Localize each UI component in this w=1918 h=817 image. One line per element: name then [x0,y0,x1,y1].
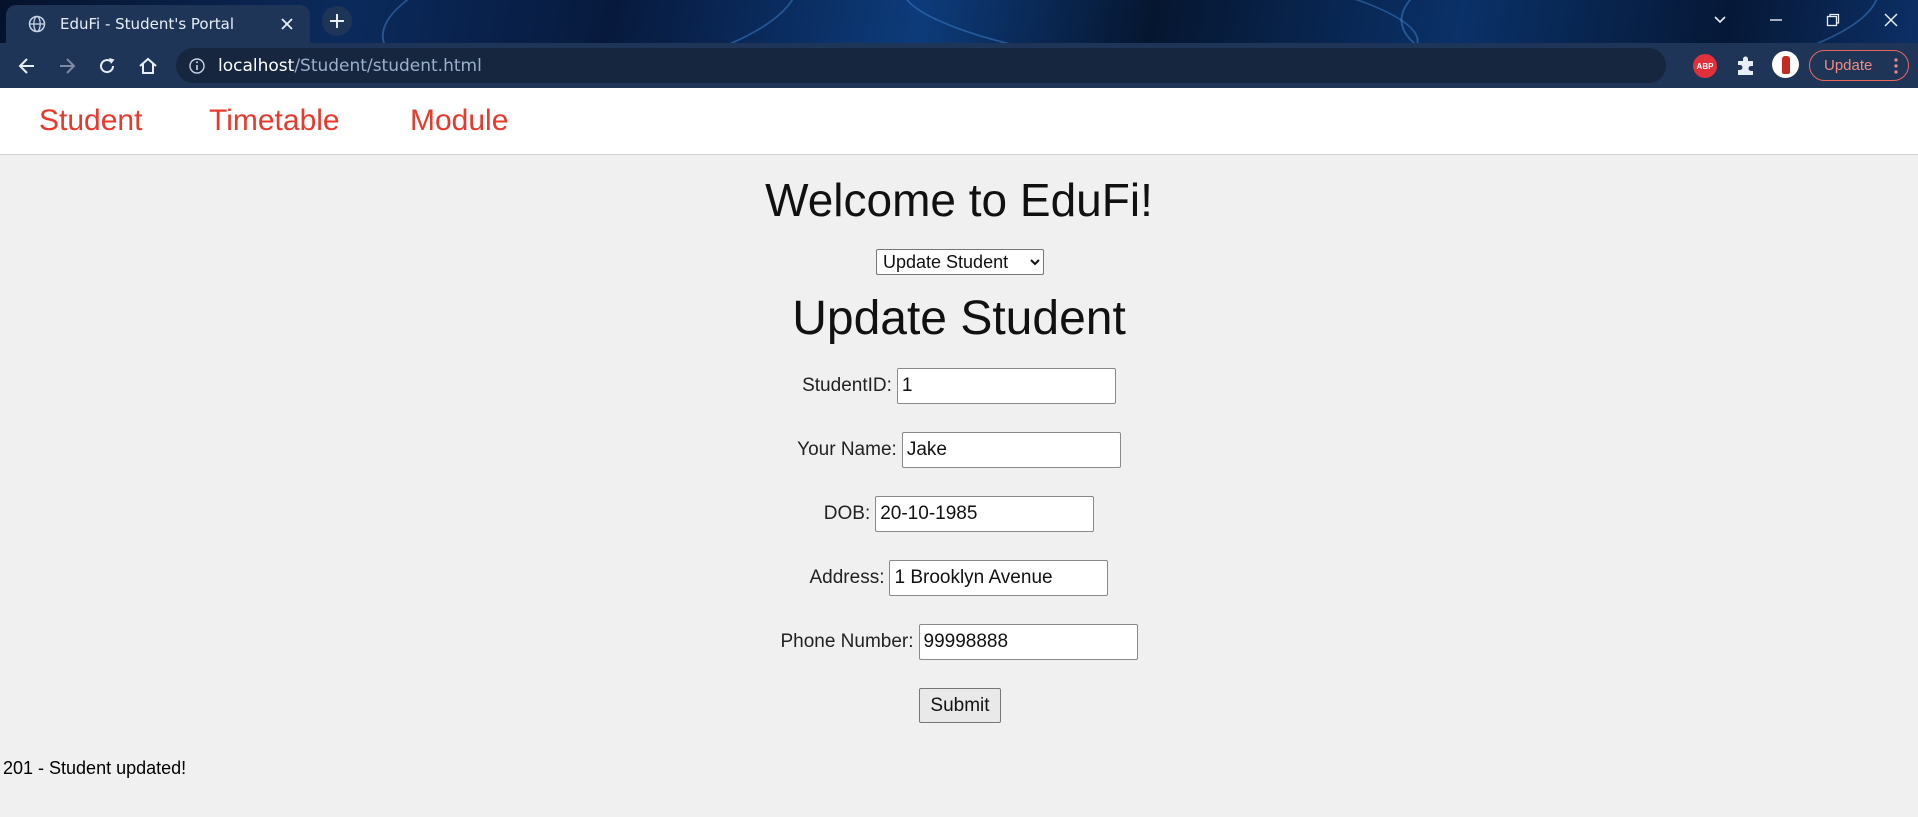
site-navigation: Student Timetable Module [0,88,1918,155]
back-arrow-icon [18,58,34,74]
nav-link-module[interactable]: Module [410,104,508,138]
nav-link-timetable[interactable]: Timetable [209,104,340,138]
student-id-input[interactable] [896,368,1116,404]
action-select[interactable]: Update Student [876,249,1044,275]
home-icon [139,57,157,74]
reload-icon [100,58,115,74]
avatar-image [1781,55,1790,74]
adblock-extension-icon[interactable]: ABP [1693,54,1717,78]
form-title: Update Student [792,292,1126,345]
reload-button[interactable] [92,51,122,81]
address-bar[interactable]: localhost/Student/student.html [176,48,1666,83]
address-label: Address: [809,567,885,588]
minimize-icon [1770,19,1782,21]
background-swirl [895,0,1425,43]
close-window-button[interactable] [1879,8,1903,32]
phone-input[interactable] [918,624,1138,660]
dob-input[interactable] [875,496,1095,532]
close-icon[interactable] [278,15,296,33]
address-row: Address: [0,560,1918,596]
tab-title: EduFi - Student's Portal [60,15,235,33]
name-row: Your Name: [0,432,1918,468]
url-host: localhost [218,55,295,76]
plus-icon [330,14,344,28]
puzzle-icon[interactable] [1733,52,1759,78]
browser-titlebar: EduFi - Student's Portal [0,0,1918,43]
address-input[interactable] [889,560,1109,596]
dob-label: DOB: [823,503,871,524]
name-input[interactable] [901,432,1121,468]
student-id-label: StudentID: [802,375,892,396]
phone-row: Phone Number: [0,624,1918,660]
back-button[interactable] [12,51,42,81]
minimize-button[interactable] [1764,8,1788,32]
browser-update-button[interactable]: Update [1809,50,1909,81]
url-path: /Student/student.html [294,55,482,76]
status-message: 201 - Student updated! [3,758,187,778]
background-swirl [372,0,808,43]
forward-arrow-icon [60,58,76,74]
profile-avatar[interactable] [1772,51,1799,78]
home-button[interactable] [133,51,163,81]
student-id-row: StudentID: [0,368,1918,404]
phone-label: Phone Number: [780,631,914,652]
name-label: Your Name: [797,439,897,460]
restore-icon [1826,13,1840,27]
tab-search-button[interactable] [1708,8,1732,32]
browser-toolbar: localhost/Student/student.html [0,43,1918,117]
nav-link-student[interactable]: Student [39,104,142,138]
close-icon [1884,13,1898,27]
kebab-menu-icon [1894,58,1898,74]
submit-button[interactable]: Submit [919,688,1001,723]
chevron-down-icon [1714,16,1726,24]
welcome-heading: Welcome to EduFi! [765,174,1153,226]
background-swirl [1395,0,1885,43]
browser-tab[interactable]: EduFi - Student's Portal [6,5,310,43]
forward-button[interactable] [52,51,82,81]
restore-button[interactable] [1821,8,1845,32]
globe-icon [28,15,46,33]
update-label: Update [1824,57,1873,74]
url-text: localhost/Student/student.html [218,56,482,76]
info-icon[interactable] [188,57,206,75]
dob-row: DOB: [0,496,1918,532]
new-tab-button[interactable] [322,6,352,36]
